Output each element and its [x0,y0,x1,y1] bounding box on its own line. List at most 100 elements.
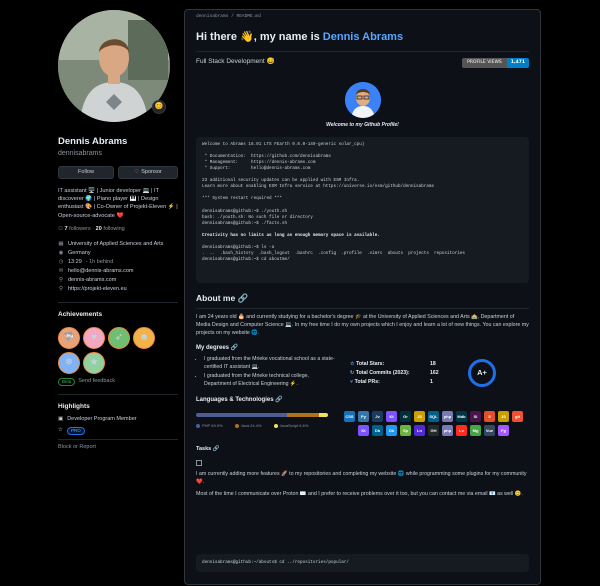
cpu-icon: ▣ [58,415,64,422]
language-segment-java [287,413,320,418]
organization-icon: ▦ [58,240,64,247]
readme-avatar-illustration [344,81,381,118]
page-title: Hi there 👋, my name is Dennis Abrams [196,30,529,52]
slack-icon: Sl [470,411,481,423]
yolo-icon[interactable]: ☻ [133,326,155,349]
following-label[interactable]: following [103,226,124,232]
views-count: 1,471 [506,57,529,68]
mysql-icon: Db [372,425,383,437]
languages-heading: Languages & Technologies 🔗 [196,396,529,404]
clock-icon: ◷ [58,258,64,265]
heart-on-sleeve-icon[interactable]: ♥ [83,326,105,349]
pull-shark-icon[interactable]: 🦈 [58,326,80,349]
stat-value: 18 [430,360,436,367]
github-icon: GH [428,425,439,437]
follow-button[interactable]: Follow [58,166,114,180]
bottom-terminal: dennisabrams@github:~/abouts$ cd ../repo… [196,554,529,572]
pull-request-icon: ⑂ Total PRs: [350,378,380,385]
block-report-link[interactable]: Block or Report [58,444,178,451]
highlights-heading: Highlights [58,402,90,410]
legend-item: Java 24.4% [234,423,262,428]
greeting-name-link[interactable]: Dennis Abrams [323,31,403,43]
anchor-link-icon[interactable]: 🔗 [231,345,238,351]
profile-name: Dennis Abrams [58,136,128,147]
sidebar-divider [58,302,178,304]
list-item: I graduated from the Mrieke technical co… [204,373,336,388]
stat-value: 1 [430,378,433,385]
history-icon: ↻ Total Commits (2023): [350,369,410,376]
docker-icon: Dk [386,425,397,437]
about-heading: About me 🔗 [196,293,529,310]
sidebar-divider [58,393,178,395]
greeting-text: Hi there 👋, my name is [196,31,323,43]
git-icon: git [512,411,523,423]
detail-text: 13:29 [68,258,82,265]
python-icon: Py [358,411,369,423]
stat-row: ⑂ Total PRs: 1 [350,378,450,387]
contact-paragraph: Most of the time I communicate over Prot… [196,491,523,498]
detail-text[interactable]: hello@dennis-abrams.com [68,268,134,275]
terminal-block: Welcome to Abrams 16.01 LTS FEarth 0.6.0… [196,136,529,283]
gradle-icon: Gr [400,411,411,423]
link-icon: ⚲ [58,285,64,292]
detail-local-time: ◷ 13:29- 1h behind [58,258,178,267]
language-bar [196,413,328,418]
language-segment-javascript [319,413,328,418]
beta-badge: Beta [58,377,76,386]
starstruck-icon[interactable]: ★ [83,351,105,374]
arctic-code-vault-icon[interactable]: ❄ [58,351,80,374]
send-feedback-link[interactable]: Send feedback [78,378,115,385]
tasks-heading: Tasks 🔗 [196,446,529,453]
anchor-link-icon[interactable]: 🔗 [275,397,282,403]
html5-icon: 5 [484,411,495,423]
legend-dot [196,424,200,429]
achievements-heading[interactable]: Achievements [58,311,178,320]
status-emoji-button[interactable]: 😊 [152,100,166,114]
quickdraw-icon[interactable]: ➶ [108,326,130,349]
languages-title: Languages & Technologies [196,397,274,404]
detail-text[interactable]: https://projekt-eleven.eu [68,286,127,293]
js-icon: JS [414,411,425,423]
broken-image-icon [196,459,202,466]
css3-icon: CSS [344,411,355,423]
anchor-link-icon[interactable]: 🔗 [238,293,249,303]
legend-label: JavaScript 6.6% [279,423,309,429]
readme-path[interactable]: dennisabrams / README.md [196,10,529,24]
dotnet-icon: Ln [414,425,425,437]
stat-label: Total PRs: [354,378,380,385]
laravel-icon: Lv [456,425,467,437]
detail-muted-text: - 1h behind [85,258,114,265]
follow-label: Follow [78,169,94,176]
followers-count[interactable]: 7 [64,226,67,232]
spring-icon: Sp [400,425,411,437]
figma-icon: Fg [498,425,509,437]
mysql-icon: SQL [428,411,439,423]
sponsor-label: Sponsor [141,169,162,176]
detail-website[interactable]: ⚲ dennis-abrams.com [58,276,178,285]
detail-email[interactable]: ✉ hello@dennis-abrams.com [58,267,178,276]
followers-label[interactable]: followers [69,226,91,232]
grade-ring: A+ [468,359,496,388]
detail-text[interactable]: dennis-abrams.com [68,277,116,284]
stats-rows: ☆ Total Stars: 18 ↻ Total Commits (2023):… [350,360,450,387]
degrees-list: I graduated from the Mrieke vocational s… [196,356,336,390]
pro-item: ☆ PRO [58,427,178,436]
profile-avatar-wrapper: 😊 [58,10,170,122]
detail-website-2[interactable]: ⚲ https://projekt-eleven.eu [58,285,178,294]
legend-label: PHP 69.0% [202,423,223,429]
list-item: I graduated from the Mrieke vocational s… [204,356,336,371]
legend-item: PHP 69.0% [196,423,223,428]
php-icon: php [442,425,453,437]
tasks-paragraph: I am currently adding more features 🚀 to… [196,470,527,485]
terminal-line: dennisabrams@github:~$ cd aboutme/ [202,257,290,263]
stat-row: ↻ Total Commits (2023): 162 [350,369,450,378]
anchor-link-icon[interactable]: 🔗 [213,446,220,452]
pro-badge: PRO [66,427,85,436]
sponsor-button[interactable]: ♡ Sponsor [118,166,178,180]
star-icon: ☆ Total Stars: [350,360,385,367]
following-count[interactable]: 20 [96,226,102,232]
stat-value: 162 [430,369,439,376]
highlight-item[interactable]: ▣ Developer Program Member [58,416,178,423]
stat-row: ☆ Total Stars: 18 [350,360,450,369]
vue-icon: Vue [484,425,495,437]
